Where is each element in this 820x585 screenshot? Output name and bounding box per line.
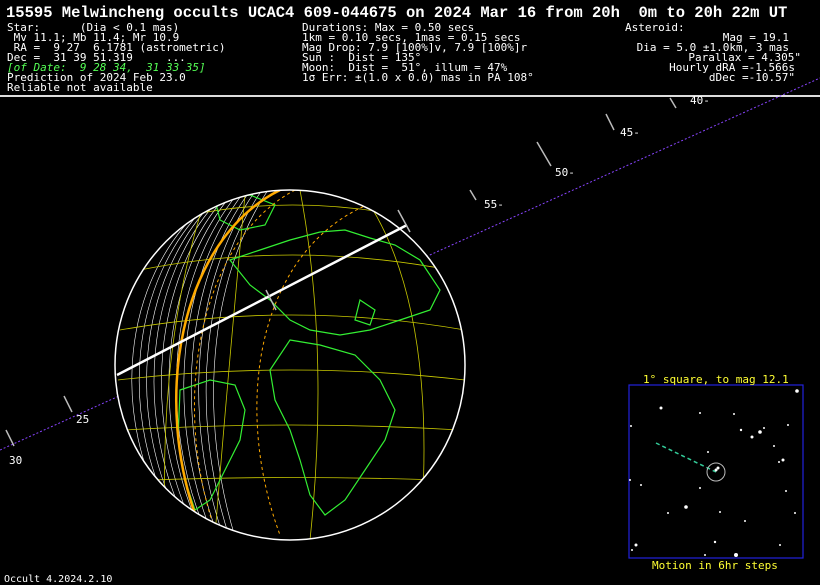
star-dot: [744, 520, 746, 522]
track-label-30: 30: [9, 454, 23, 467]
star-dot: [667, 512, 669, 514]
star-dot: [707, 451, 709, 453]
star-dot: [684, 505, 688, 509]
track-tick: [63, 395, 73, 413]
star-dot: [659, 406, 663, 410]
track-tick: [669, 97, 677, 109]
star-dot: [785, 490, 787, 492]
track-tick: [536, 141, 552, 167]
star-dot: [629, 479, 631, 481]
track-tick: [605, 113, 615, 131]
track-label-40: 40-: [690, 94, 710, 107]
star-dot: [778, 461, 780, 463]
star-dot: [634, 543, 638, 547]
star-dot: [631, 549, 633, 551]
star-dot: [758, 430, 762, 434]
star-dot: [713, 540, 717, 544]
track-label-55: 55-: [484, 198, 504, 211]
inset-footer: Motion in 6hr steps: [652, 559, 778, 572]
star-dot: [699, 412, 701, 414]
star-dot: [704, 554, 706, 556]
star-dot: [750, 435, 754, 439]
star-dot: [787, 424, 789, 426]
star-dot: [734, 553, 738, 557]
target-star: [714, 468, 718, 472]
star-dot: [795, 389, 799, 393]
star-dot: [739, 428, 743, 432]
track-label-45: 45-: [620, 126, 640, 139]
track-tick: [5, 429, 15, 447]
track-label-25: 25: [76, 413, 90, 426]
star-dot: [763, 427, 765, 429]
star-dot: [794, 512, 796, 514]
star-dot: [781, 458, 785, 462]
software-version: Occult 4.2024.2.10: [4, 574, 113, 585]
globe-diagram: [0, 77, 820, 559]
star-dot: [640, 484, 642, 486]
inset-title: 1° square, to mag 12.1: [643, 373, 789, 386]
star-dot: [773, 445, 775, 447]
star-dot: [779, 544, 781, 546]
star-dot: [699, 487, 701, 489]
star-dot: [630, 425, 632, 427]
globe: [115, 190, 465, 540]
track-label-50: 50-: [555, 166, 575, 179]
star-dot: [733, 413, 735, 415]
path-tick: [469, 189, 477, 201]
star-dot: [719, 511, 721, 513]
